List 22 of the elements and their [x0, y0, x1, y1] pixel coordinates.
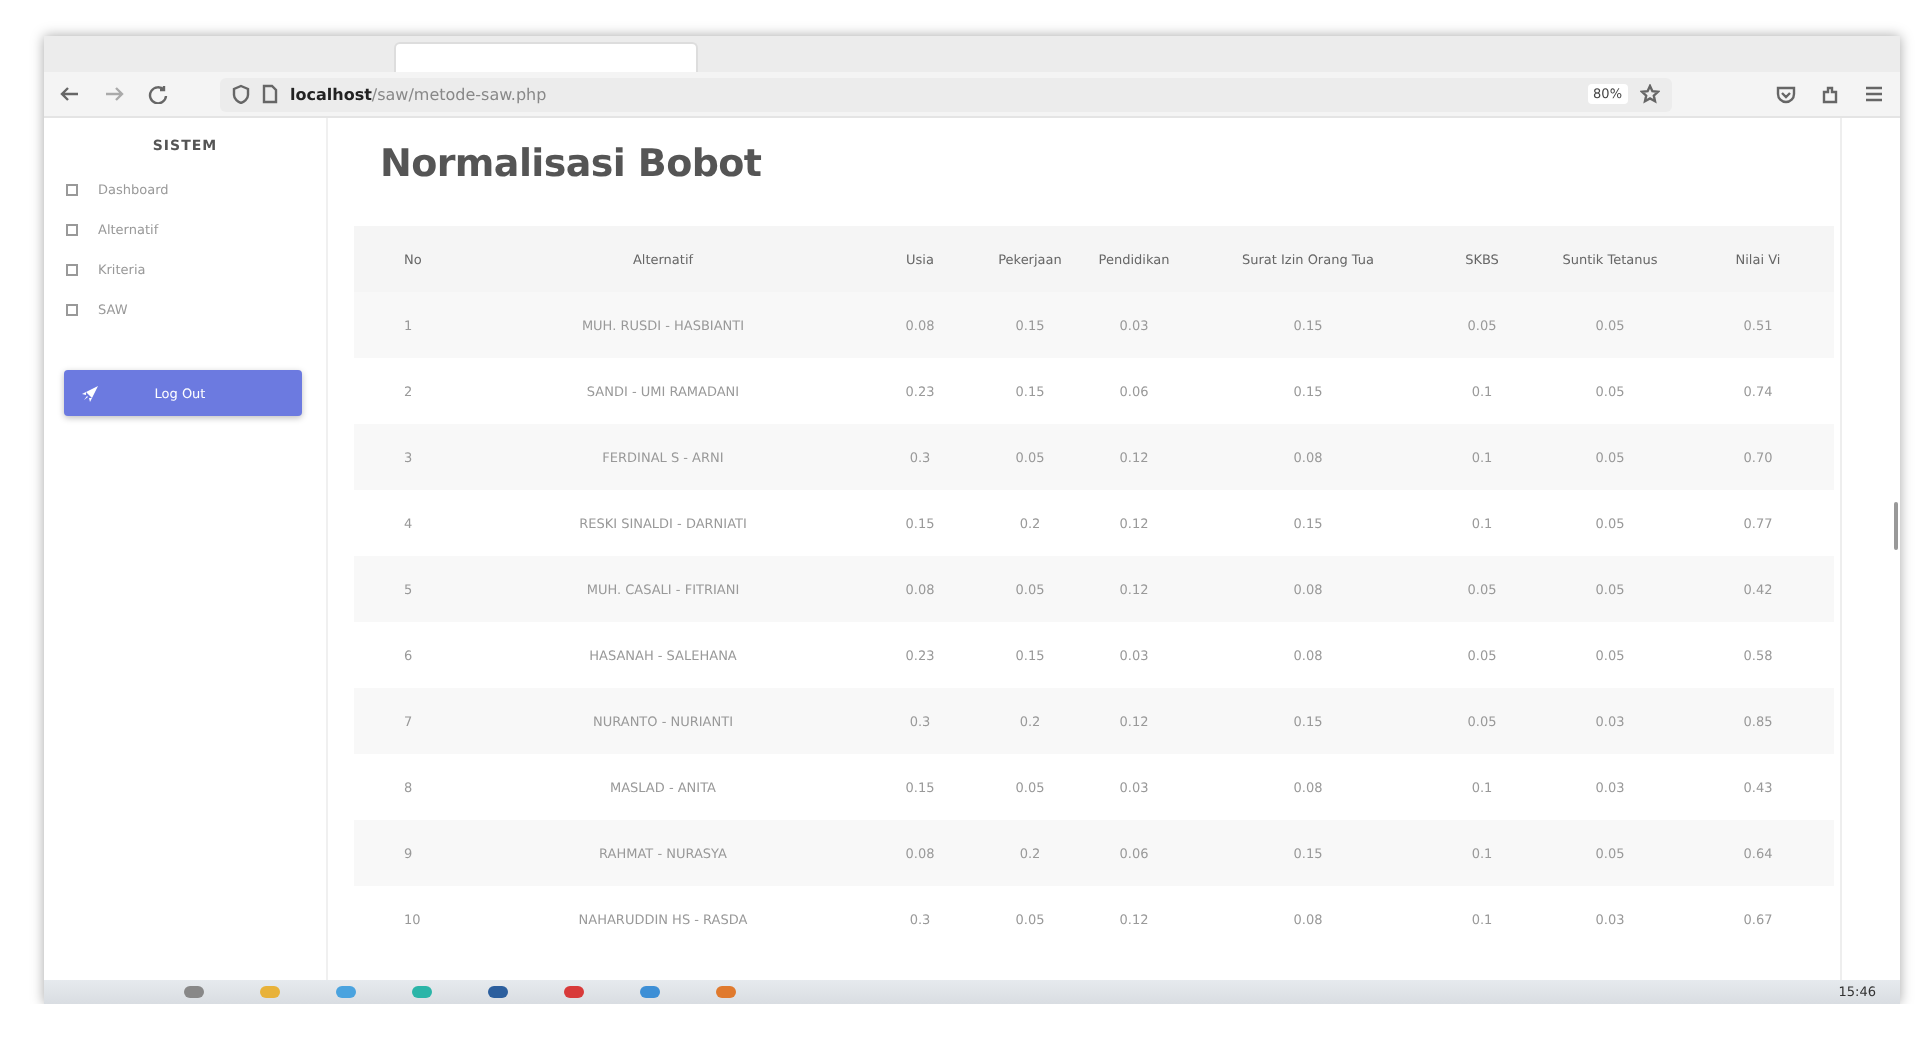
app-icon[interactable] — [184, 986, 204, 998]
app-icon[interactable] — [488, 986, 508, 998]
app-icon[interactable] — [716, 986, 736, 998]
back-icon[interactable] — [60, 84, 80, 104]
square-icon — [66, 184, 78, 196]
shield-icon[interactable] — [232, 84, 250, 104]
url-text: localhost/saw/metode-saw.php — [290, 85, 549, 103]
scrollbar-thumb[interactable] — [1894, 502, 1898, 550]
page-icon[interactable] — [262, 84, 278, 104]
reload-icon[interactable] — [148, 84, 168, 104]
star-icon[interactable] — [1640, 84, 1660, 104]
page-title: Normalisasi Bobot — [380, 142, 764, 186]
app-icon[interactable] — [336, 986, 356, 998]
pocket-icon[interactable] — [1776, 84, 1796, 104]
square-icon — [66, 224, 78, 236]
extension-icon[interactable] — [1820, 84, 1840, 104]
app-icon[interactable] — [564, 986, 584, 998]
forward-icon[interactable] — [104, 84, 124, 104]
square-icon — [66, 264, 78, 276]
square-icon — [66, 304, 78, 316]
app-icon[interactable] — [640, 986, 660, 998]
menu-icon[interactable] — [1864, 84, 1884, 104]
